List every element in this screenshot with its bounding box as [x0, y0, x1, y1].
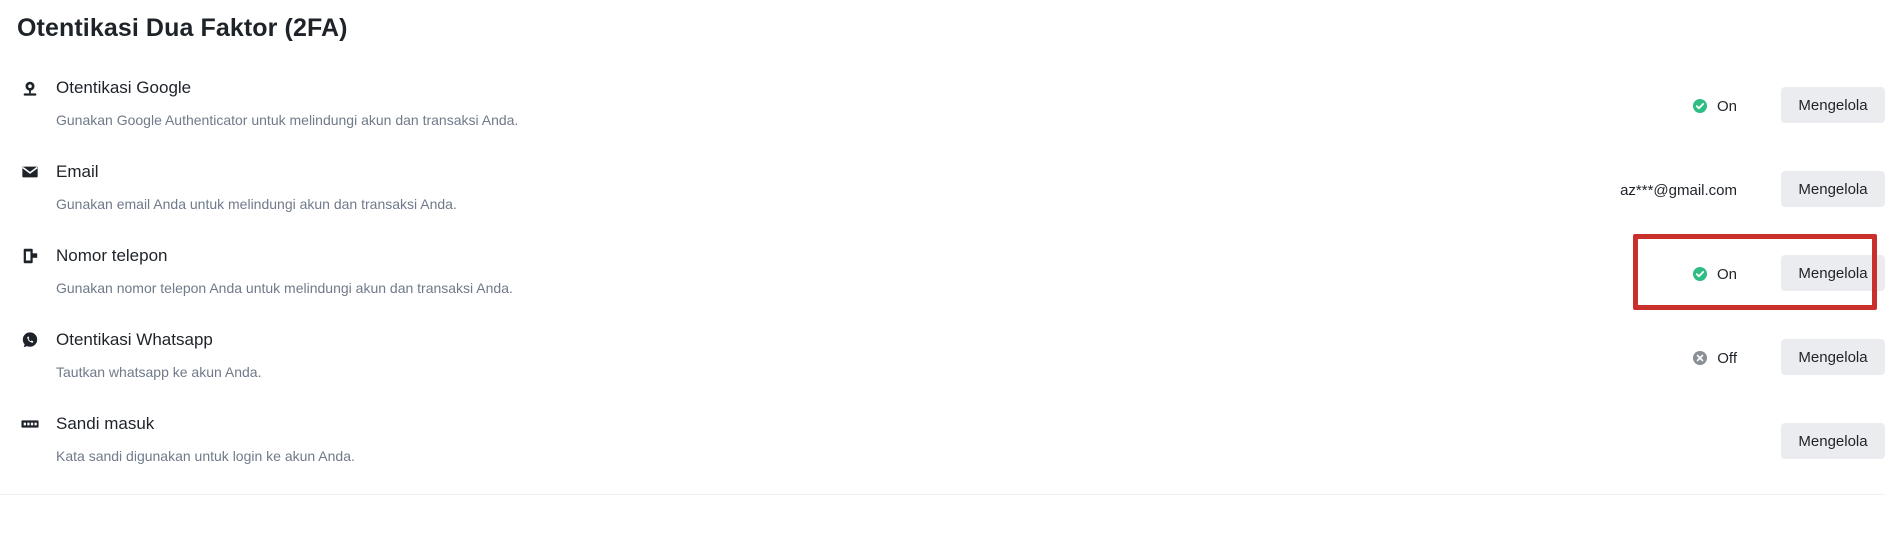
2fa-method-list: Otentikasi Google Gunakan Google Authent… [0, 68, 1885, 488]
status-indicator: On [1692, 264, 1737, 284]
item-title: Otentikasi Whatsapp [56, 330, 213, 349]
status-text: On [1716, 265, 1737, 283]
email-icon [20, 162, 40, 182]
status-text: Off [1717, 349, 1737, 367]
item-description: Gunakan nomor telepon Anda untuk melindu… [56, 280, 513, 296]
list-item-password: Sandi masuk Kata sandi digunakan untuk l… [0, 404, 1885, 488]
manage-button[interactable]: Mengelola [1781, 87, 1885, 123]
status-indicator: Off [1693, 348, 1737, 368]
list-item-google-authenticator: Otentikasi Google Gunakan Google Authent… [0, 68, 1885, 152]
list-item-whatsapp: Otentikasi Whatsapp Tautkan whatsapp ke … [0, 320, 1885, 404]
phone-icon [20, 246, 40, 266]
email-value: az***@gmail.com [1620, 180, 1737, 200]
masked-email: az***@gmail.com [1620, 181, 1737, 199]
item-title: Otentikasi Google [56, 78, 192, 97]
item-title: Email [56, 162, 99, 181]
list-item-email: Email Gunakan email Anda untuk melindung… [0, 152, 1885, 236]
whatsapp-icon [20, 330, 40, 350]
x-circle-icon [1693, 351, 1708, 365]
manage-button[interactable]: Mengelola [1781, 339, 1885, 375]
authenticator-icon [20, 78, 40, 98]
status-indicator: On [1692, 96, 1737, 116]
status-text: On [1716, 97, 1737, 115]
page-title: Otentikasi Dua Faktor (2FA) [17, 14, 348, 42]
password-icon [20, 414, 40, 434]
check-circle-icon [1692, 99, 1707, 113]
item-title: Nomor telepon [56, 246, 168, 265]
divider [0, 494, 1885, 495]
item-description: Tautkan whatsapp ke akun Anda. [56, 364, 262, 380]
item-description: Gunakan Google Authenticator untuk melin… [56, 112, 519, 128]
item-description: Gunakan email Anda untuk melindungi akun… [56, 196, 457, 212]
item-description: Kata sandi digunakan untuk login ke akun… [56, 448, 355, 464]
item-title: Sandi masuk [56, 414, 155, 433]
manage-button[interactable]: Mengelola [1781, 171, 1885, 207]
check-circle-icon [1692, 267, 1707, 281]
manage-button[interactable]: Mengelola [1781, 423, 1885, 459]
manage-button[interactable]: Mengelola [1781, 255, 1885, 291]
list-item-phone: Nomor telepon Gunakan nomor telepon Anda… [0, 236, 1885, 320]
